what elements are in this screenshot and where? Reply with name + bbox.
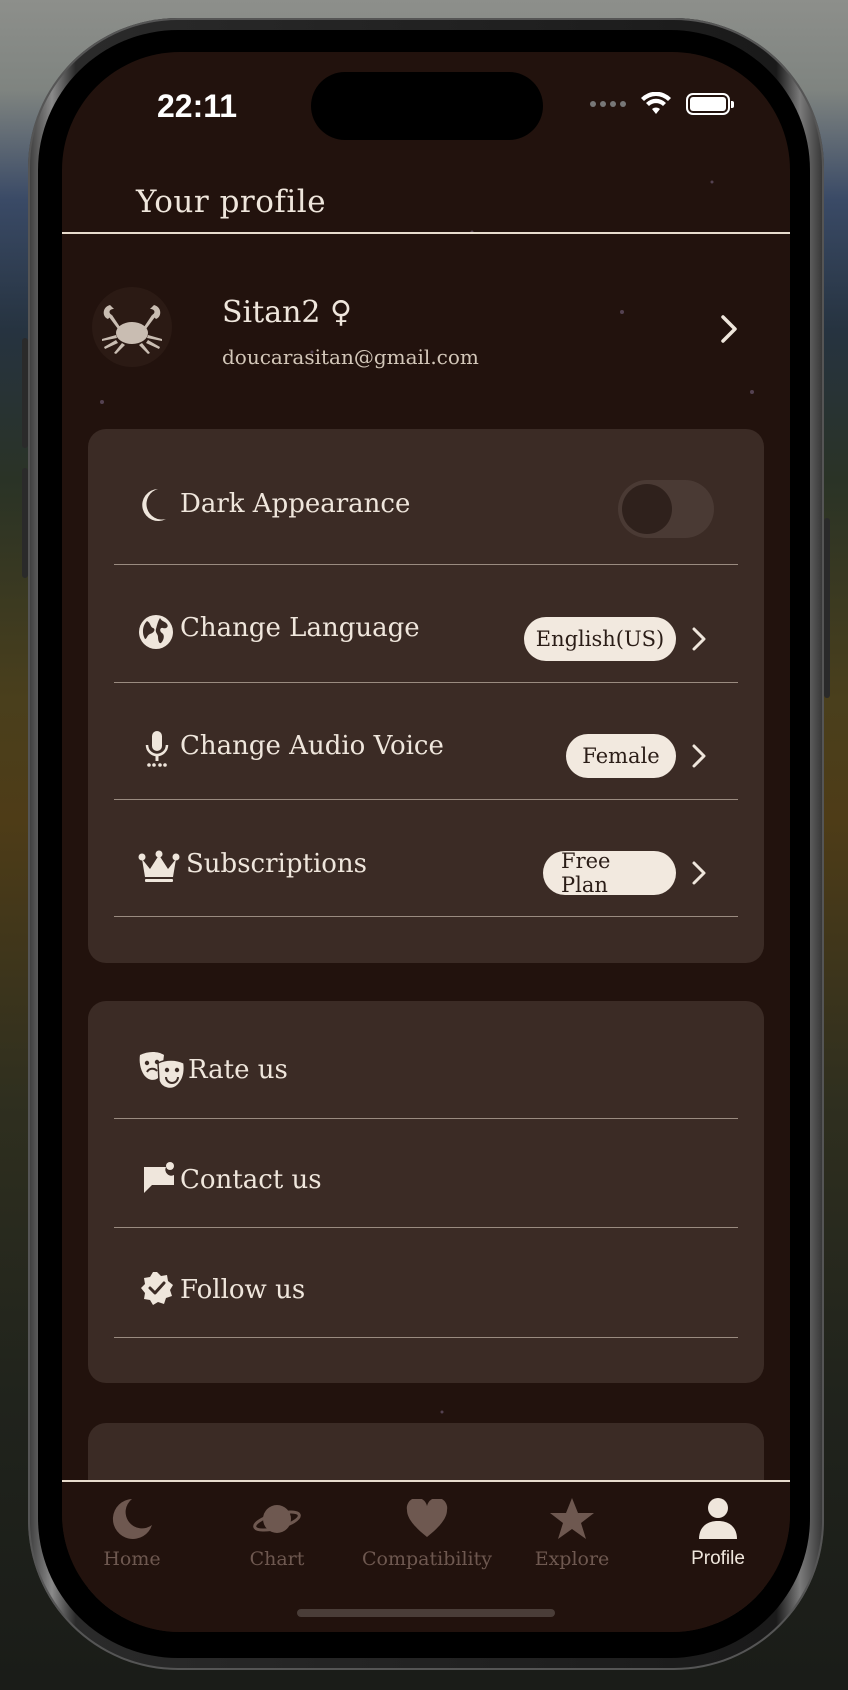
tab-home[interactable]: Home (62, 1494, 202, 1570)
theater-masks-icon (139, 1052, 186, 1090)
divider (114, 799, 738, 800)
volume-up-button (22, 338, 28, 448)
follow-us-label: Follow us (180, 1275, 306, 1305)
dark-appearance-toggle[interactable] (618, 480, 714, 538)
app-screen: 22:11 Your profile Sitan2 ♀ doucarasitan… (62, 52, 790, 1632)
chevron-right-icon[interactable] (690, 742, 708, 770)
chevron-right-icon[interactable] (690, 625, 708, 653)
settings-card: Dark Appearance Change Language English(… (88, 429, 764, 963)
page-title: Your profile (136, 184, 327, 220)
subscriptions-label: Subscriptions (186, 849, 367, 879)
verified-badge-icon (141, 1272, 173, 1305)
social-card: Rate us Contact us Follow us (88, 1001, 764, 1383)
divider (114, 682, 738, 683)
tab-home-label: Home (103, 1548, 161, 1570)
divider (114, 1337, 738, 1338)
profile-name: Sitan2 ♀ (222, 295, 352, 330)
dynamic-island (311, 72, 543, 140)
cellular-signal-icon (590, 101, 626, 107)
home-indicator[interactable] (297, 1609, 555, 1617)
tab-chart-label: Chart (249, 1548, 305, 1570)
change-audio-voice-label: Change Audio Voice (180, 731, 444, 761)
wifi-icon (641, 92, 671, 114)
tab-profile-label: Profile (691, 1548, 745, 1569)
tab-compatibility[interactable]: Compatibility (352, 1494, 502, 1570)
tab-chart[interactable]: Chart (207, 1494, 347, 1570)
person-icon (699, 1498, 737, 1539)
chevron-right-icon[interactable] (718, 313, 740, 345)
dark-appearance-label: Dark Appearance (180, 489, 411, 519)
divider (114, 1227, 738, 1228)
change-language-label: Change Language (180, 613, 420, 643)
tab-explore-label: Explore (534, 1548, 610, 1570)
profile-summary[interactable]: Sitan2 ♀ doucarasitan@gmail.com (92, 287, 737, 387)
avatar (92, 287, 172, 367)
power-button (824, 518, 830, 698)
divider (114, 916, 738, 917)
message-icon (144, 1162, 174, 1193)
crown-icon (138, 850, 180, 882)
status-time: 22:11 (157, 88, 238, 124)
audio-voice-value-pill[interactable]: Female (566, 734, 676, 778)
microphone-icon (145, 731, 169, 767)
star-icon (550, 1498, 594, 1539)
profile-email: doucarasitan@gmail.com (222, 345, 479, 369)
chevron-right-icon[interactable] (690, 859, 708, 887)
rate-us-label: Rate us (188, 1055, 288, 1085)
divider (114, 1118, 738, 1119)
contact-us-label: Contact us (180, 1165, 322, 1195)
globe-icon (139, 615, 173, 649)
moon-icon (112, 1499, 152, 1539)
crab-icon (102, 305, 162, 354)
volume-down-button (22, 468, 28, 578)
planet-icon (253, 1505, 301, 1533)
divider (114, 564, 738, 565)
subscription-value-pill[interactable]: Free Plan (543, 849, 676, 897)
tab-profile[interactable]: Profile (648, 1494, 788, 1570)
header-divider (62, 232, 790, 234)
heart-icon (406, 1499, 448, 1537)
battery-icon (686, 93, 734, 115)
language-value-pill[interactable]: English(US) (524, 617, 676, 661)
moon-icon (142, 489, 166, 521)
toggle-knob (622, 484, 672, 534)
status-indicators (590, 92, 734, 116)
tab-explore[interactable]: Explore (502, 1494, 642, 1570)
tab-compatibility-label: Compatibility (362, 1548, 492, 1570)
